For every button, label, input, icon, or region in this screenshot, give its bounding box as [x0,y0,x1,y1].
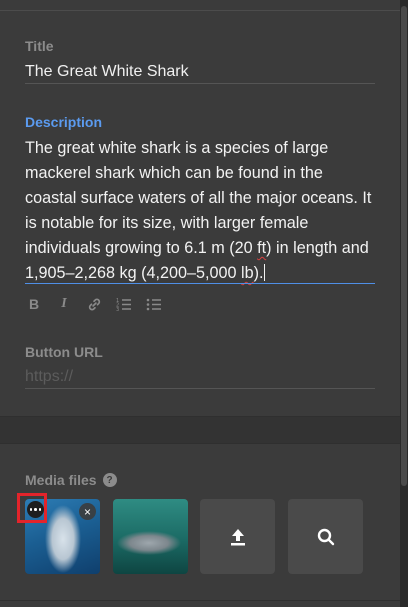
bold-button[interactable]: B [25,295,43,313]
svg-text:3: 3 [116,307,119,312]
top-divider [0,10,400,11]
button-url-underline [25,388,375,389]
remove-media-button[interactable]: × [79,503,96,520]
ordered-list-icon: 1 2 3 [116,298,131,312]
section-divider [0,443,400,444]
description-label: Description [25,114,103,130]
link-icon [88,298,100,310]
section-band [0,417,400,443]
media-files-label-text: Media files [25,472,97,488]
title-underline [25,83,375,84]
scrollbar[interactable] [400,0,408,607]
button-url-label: Button URL [25,344,103,360]
italic-button[interactable]: I [55,295,73,313]
media-editor-panel: Title The Great White Shark Description … [0,0,400,607]
media-files-label: Media files ? [25,472,117,488]
bullet-list-icon [146,298,161,310]
highlight-box [17,493,47,523]
text-caret [263,264,265,281]
ordered-list-button[interactable]: 1 2 3 [115,295,133,313]
button-url-input[interactable]: https:// [25,368,73,386]
bullet-list-button[interactable] [145,295,163,313]
description-underline [25,283,375,284]
scrollbar-thumb[interactable] [401,6,407,486]
upload-button[interactable] [200,499,275,574]
title-input[interactable]: The Great White Shark [25,63,189,81]
link-button[interactable] [85,295,103,313]
spellcheck-flag: lb [241,264,254,282]
spellcheck-flag: ft [257,239,267,257]
rich-text-toolbar: B I 1 2 3 [25,294,163,314]
help-icon[interactable]: ? [102,473,117,487]
upload-icon [230,528,245,545]
search-icon [317,528,334,545]
title-label: Title [25,38,54,54]
media-thumbnail[interactable] [113,499,188,574]
description-textarea[interactable]: The great white shark is a species of la… [25,136,377,286]
bottom-divider [0,600,400,601]
search-media-button[interactable] [288,499,363,574]
